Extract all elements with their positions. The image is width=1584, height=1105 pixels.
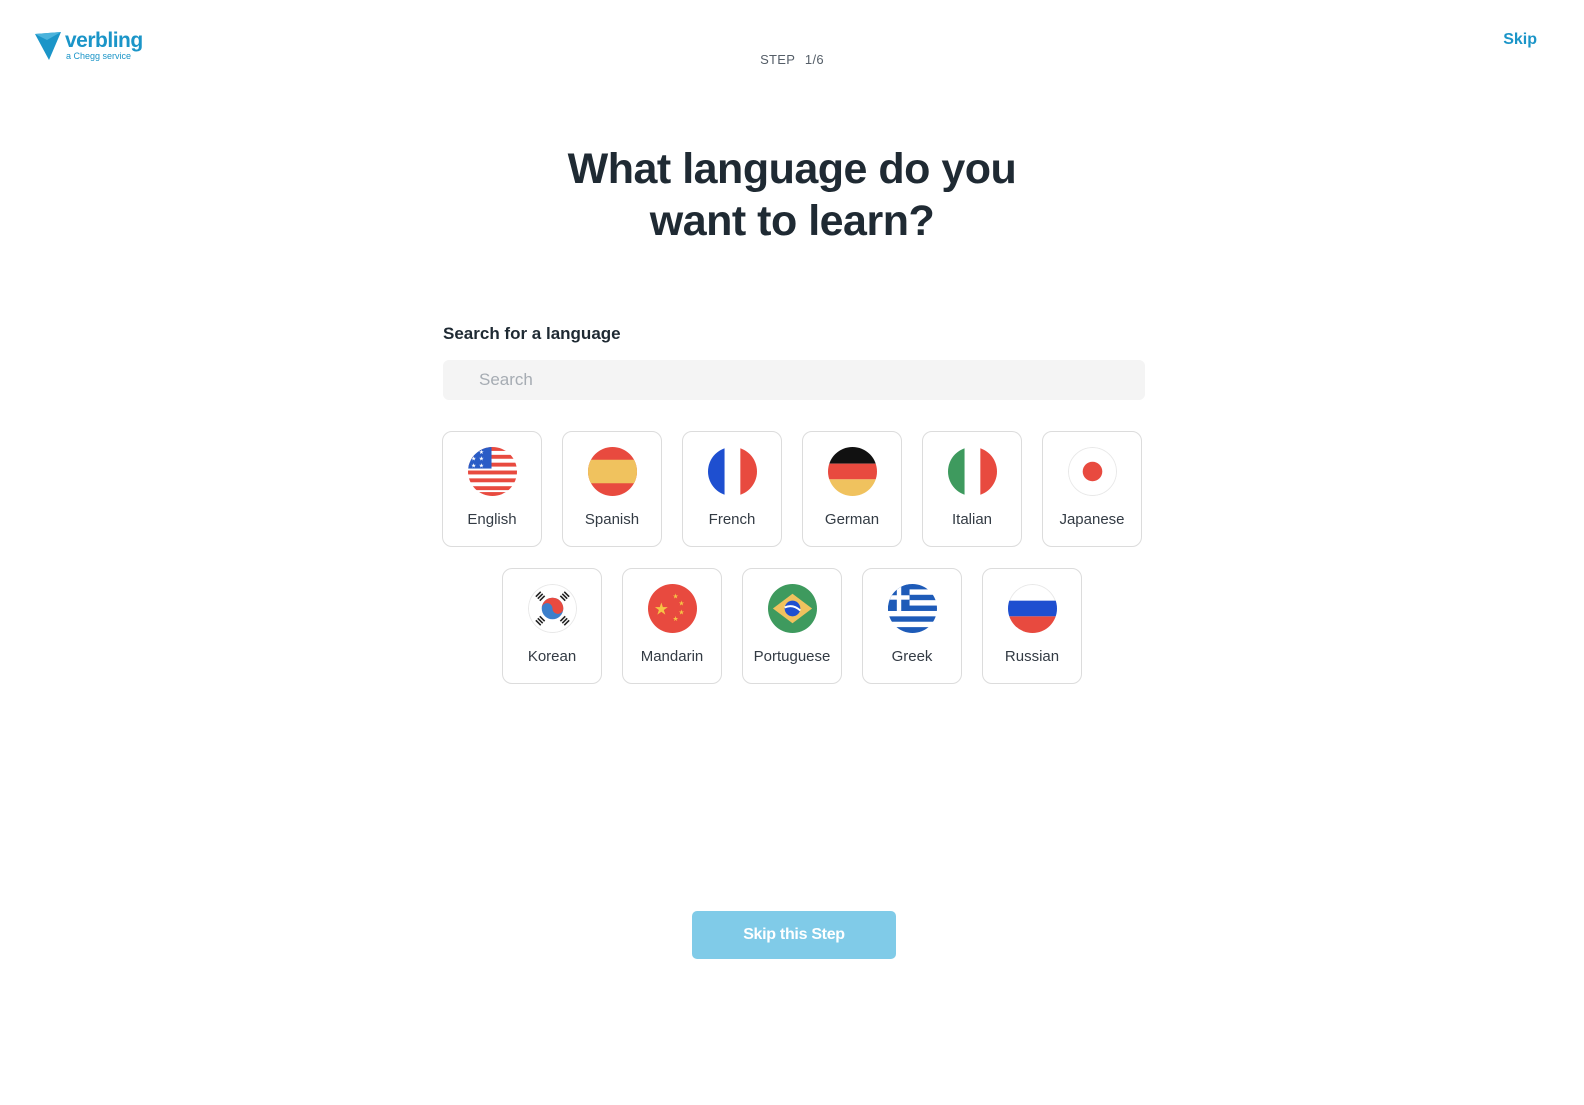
language-card-french[interactable]: French	[682, 431, 782, 547]
skip-link[interactable]: Skip	[1503, 31, 1537, 49]
language-label: Korean	[527, 648, 577, 665]
language-card-russian[interactable]: Russian	[982, 568, 1082, 684]
italy-flag-icon	[947, 447, 997, 496]
language-card-english[interactable]: ★ ★ ★ ★ ★ ★ English	[442, 431, 542, 547]
title-line-2: want to learn?	[649, 197, 935, 245]
language-search-input[interactable]	[443, 360, 1145, 400]
japan-flag-icon	[1067, 447, 1117, 496]
us-flag-icon: ★ ★ ★ ★ ★ ★	[467, 447, 517, 496]
title-line-1: What language do you	[567, 145, 1017, 193]
language-card-greek[interactable]: Greek	[862, 568, 962, 684]
svg-text:★: ★	[672, 615, 678, 623]
korea-flag-icon	[527, 584, 577, 633]
search-label: Search for a language	[443, 324, 621, 343]
language-label: English	[467, 511, 517, 528]
svg-text:★: ★	[470, 463, 475, 470]
step-value: 1/6	[804, 52, 824, 67]
language-card-italian[interactable]: Italian	[922, 431, 1022, 547]
svg-text:★: ★	[478, 463, 483, 470]
svg-text:★: ★	[470, 456, 475, 463]
france-flag-icon	[707, 447, 757, 496]
language-row-2: Korean ★ ★ ★ ★ ★ Mandarin Portuguese Gre…	[0, 568, 1584, 684]
greece-flag-icon	[887, 584, 937, 633]
step-indicator: STEP 1/6	[0, 52, 1584, 67]
language-card-japanese[interactable]: Japanese	[1042, 431, 1142, 547]
language-card-portuguese[interactable]: Portuguese	[742, 568, 842, 684]
language-card-german[interactable]: German	[802, 431, 902, 547]
svg-text:★: ★	[478, 449, 483, 456]
language-card-spanish[interactable]: Spanish	[562, 431, 662, 547]
language-grid: ★ ★ ★ ★ ★ ★ English Spanish French Germa…	[0, 431, 1584, 705]
step-label: STEP	[760, 52, 795, 67]
svg-text:★: ★	[653, 599, 668, 618]
language-label: Greek	[891, 648, 933, 665]
logo-text: verbling	[65, 29, 143, 52]
skip-this-step-button[interactable]: Skip this Step	[692, 911, 896, 959]
language-label: Mandarin	[640, 648, 704, 665]
language-label: French	[708, 511, 756, 528]
svg-text:★: ★	[678, 600, 684, 608]
language-card-korean[interactable]: Korean	[502, 568, 602, 684]
page-title: What language do you want to learn?	[0, 143, 1584, 247]
svg-text:★: ★	[478, 456, 483, 463]
svg-text:★: ★	[678, 608, 684, 616]
language-label: German	[824, 511, 880, 528]
spain-flag-icon	[587, 447, 637, 496]
china-flag-icon: ★ ★ ★ ★ ★	[647, 584, 697, 633]
language-row-1: ★ ★ ★ ★ ★ ★ English Spanish French Germa…	[0, 431, 1584, 547]
language-label: Japanese	[1059, 511, 1125, 528]
svg-text:★: ★	[470, 449, 475, 456]
language-label: Spanish	[584, 511, 640, 528]
language-card-mandarin[interactable]: ★ ★ ★ ★ ★ Mandarin	[622, 568, 722, 684]
language-label: Portuguese	[753, 648, 831, 665]
germany-flag-icon	[827, 447, 877, 496]
language-label: Italian	[951, 511, 993, 528]
language-label: Russian	[1004, 648, 1060, 665]
russia-flag-icon	[1007, 584, 1057, 633]
brazil-flag-icon	[767, 584, 817, 633]
